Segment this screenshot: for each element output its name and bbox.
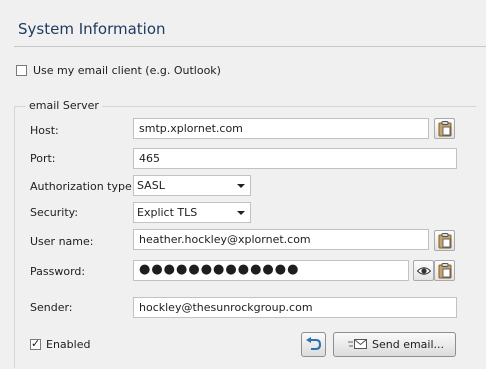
clipboard-paste-icon <box>438 233 452 249</box>
port-label: Port: <box>30 152 56 165</box>
enabled-label: Enabled <box>46 338 91 351</box>
port-input[interactable]: 465 <box>133 148 457 169</box>
clipboard-paste-icon <box>438 121 452 137</box>
password-input[interactable]: ●●●●●●●●●●●●● <box>133 260 409 281</box>
reset-button[interactable] <box>301 332 326 357</box>
sender-label: Sender: <box>30 301 73 314</box>
host-label: Host: <box>30 124 59 137</box>
username-input[interactable]: heather.hockley@xplornet.com <box>133 229 429 250</box>
clipboard-paste-icon <box>438 263 452 279</box>
host-paste-button[interactable] <box>434 118 455 139</box>
security-label: Security: <box>30 206 79 219</box>
enabled-checkbox[interactable] <box>30 337 41 350</box>
auth-type-value: SASL <box>137 179 165 192</box>
use-email-client-label: Use my email client (e.g. Outlook) <box>33 64 221 77</box>
password-label: Password: <box>30 265 86 278</box>
security-value: Explict TLS <box>137 206 198 219</box>
auth-type-select[interactable]: SASL <box>133 175 251 196</box>
username-paste-button[interactable] <box>434 230 455 251</box>
username-label: User name: <box>30 235 94 248</box>
email-server-legend: email Server <box>26 99 102 112</box>
page-title: System Information <box>18 20 166 38</box>
host-input[interactable]: smtp.xplornet.com <box>133 118 429 139</box>
envelope-icon <box>348 339 367 349</box>
send-email-label: Send email... <box>372 338 445 351</box>
chevron-down-icon <box>237 184 245 188</box>
chevron-down-icon <box>237 211 245 215</box>
show-password-button[interactable] <box>413 260 434 281</box>
auth-type-label: Authorization type: <box>30 180 136 193</box>
sender-input[interactable]: hockley@thesunrockgroup.com <box>133 297 457 318</box>
use-email-client-checkbox[interactable] <box>16 65 27 76</box>
title-divider <box>14 46 486 47</box>
undo-arrow-icon <box>306 337 322 350</box>
password-paste-button[interactable] <box>434 260 455 281</box>
security-select[interactable]: Explict TLS <box>133 202 251 223</box>
eye-icon <box>417 267 431 275</box>
send-email-button[interactable]: Send email... <box>333 332 456 357</box>
